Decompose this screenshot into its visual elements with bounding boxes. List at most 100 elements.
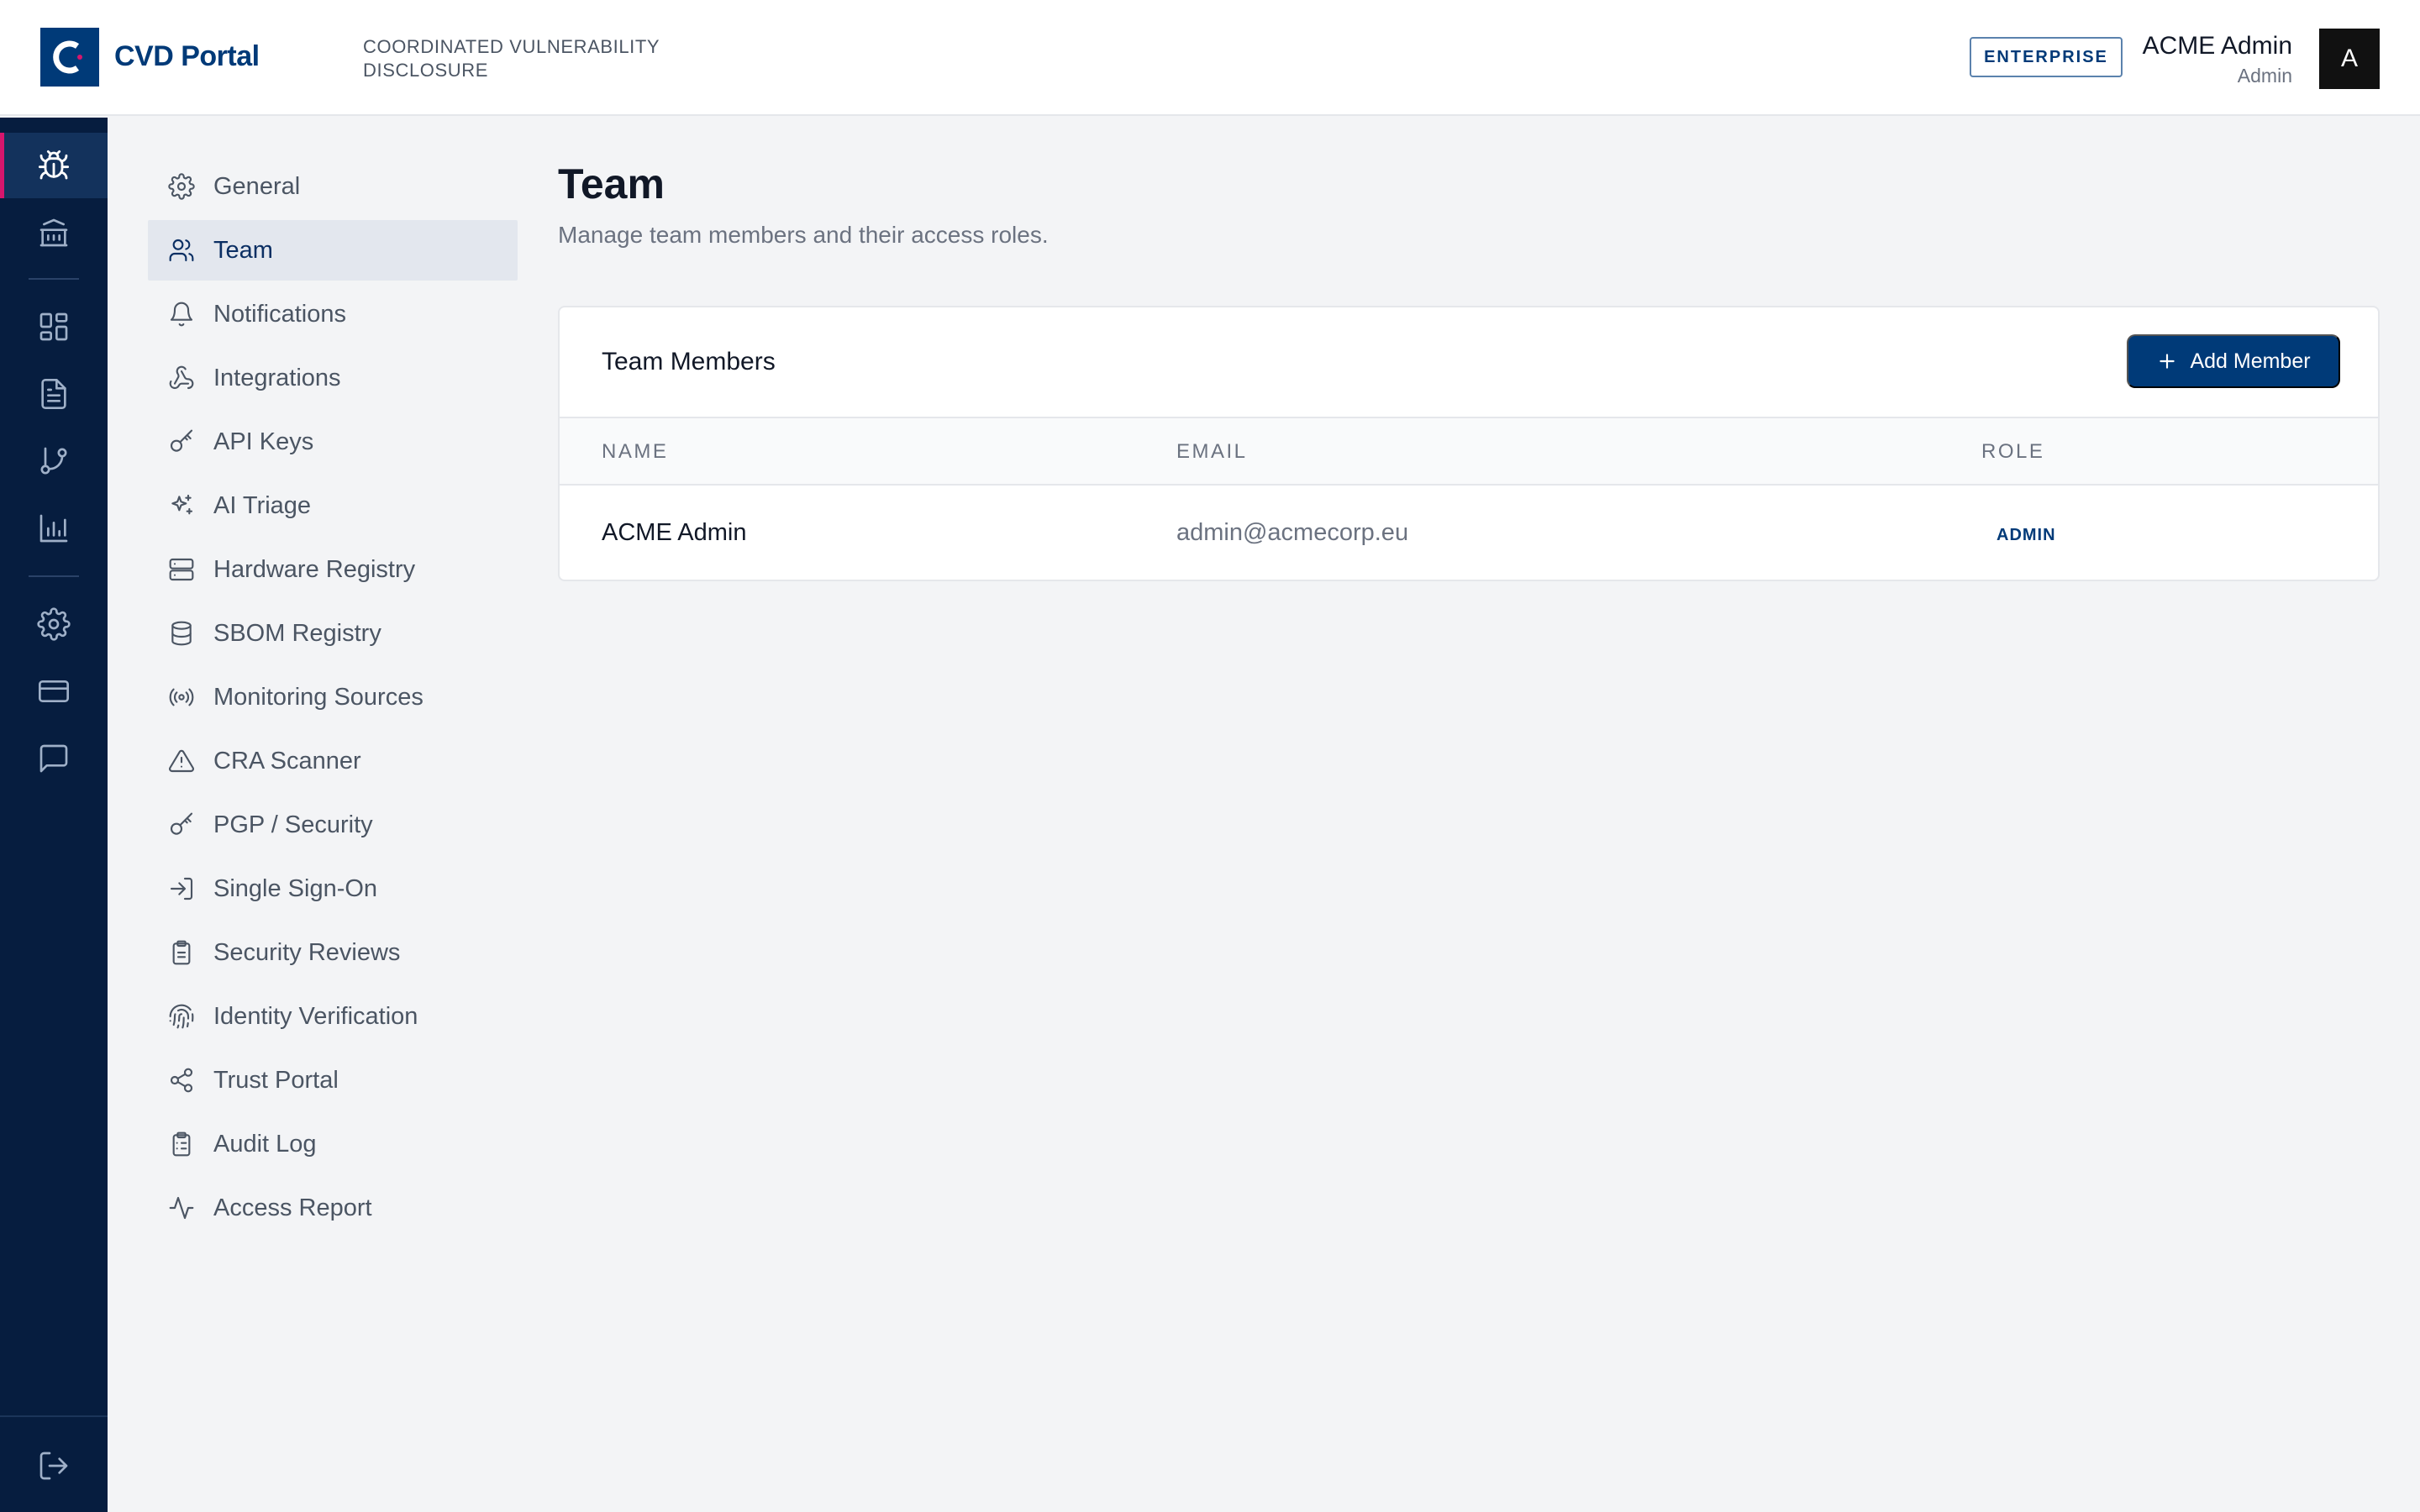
page-subtitle: Manage team members and their access rol…: [558, 222, 1049, 248]
column-header-email[interactable]: EMAIL: [1176, 440, 1248, 464]
gear-icon: [37, 607, 71, 641]
key-icon: [170, 812, 193, 835]
rail-item-logout[interactable]: [0, 1433, 108, 1499]
top-header: CVD Portal COORDINATED VULNERABILITY DIS…: [0, 0, 2420, 116]
settings-nav-label: Notifications: [213, 300, 346, 328]
logout-icon: [39, 1452, 68, 1480]
rail-item-bank[interactable]: [0, 200, 108, 265]
brand-tagline: COORDINATED VULNERABILITY DISCLOSURE: [363, 36, 660, 81]
add-member-button[interactable]: Add Member: [2127, 334, 2340, 388]
users-icon: [169, 239, 194, 262]
settings-nav-label: Trust Portal: [213, 1066, 339, 1094]
rail-item-settings[interactable]: [0, 591, 108, 657]
fingerprint-icon: [169, 1004, 194, 1029]
bar-chart-icon: [39, 514, 68, 543]
radio-icon: [169, 688, 194, 706]
add-member-label: Add Member: [2190, 349, 2311, 373]
rail-separator: [0, 1415, 108, 1417]
settings-nav-label: Identity Verification: [213, 1002, 418, 1030]
gear-icon: [168, 173, 195, 200]
settings-nav-label: AI Triage: [213, 491, 312, 519]
git-branch-icon: [40, 447, 67, 475]
rail-item-dashboard[interactable]: [0, 294, 108, 360]
database-icon: [171, 621, 192, 646]
settings-nav-label: API Keys: [213, 428, 314, 455]
login-icon: [170, 877, 193, 900]
user-role: Admin: [2237, 65, 2292, 87]
server-icon: [169, 558, 194, 581]
settings-nav-label: CRA Scanner: [213, 747, 361, 774]
settings-nav-label: PGP / Security: [213, 811, 373, 838]
rail-separator: [29, 575, 79, 577]
settings-nav-hardware-registry[interactable]: Hardware Registry: [148, 539, 518, 600]
bell-icon: [170, 302, 193, 327]
brand-logo[interactable]: [40, 28, 99, 87]
settings-nav-notifications[interactable]: Notifications: [148, 284, 518, 344]
column-header-role[interactable]: ROLE: [1981, 440, 2044, 464]
message-icon: [39, 744, 68, 773]
settings-nav-ai-triage[interactable]: AI Triage: [148, 475, 518, 536]
member-name: ACME Admin: [602, 519, 747, 546]
rail-separator: [29, 278, 79, 280]
rail-item-reports[interactable]: [0, 361, 108, 427]
settings-nav-monitoring-sources[interactable]: Monitoring Sources: [148, 667, 518, 727]
settings-nav-trust-portal[interactable]: Trust Portal: [148, 1050, 518, 1110]
table-header: NAME EMAIL ROLE: [560, 417, 2378, 486]
settings-nav-label: Integrations: [213, 364, 341, 391]
settings-nav-single-sign-on[interactable]: Single Sign-On: [148, 858, 518, 919]
plus-icon: [2160, 354, 2175, 369]
rail-item-bug[interactable]: [0, 133, 108, 198]
role-badge: ADMIN: [1996, 526, 2056, 544]
page-title: Team: [558, 160, 665, 207]
settings-nav-label: Access Report: [213, 1194, 372, 1221]
card-title: Team Members: [602, 348, 776, 375]
settings-nav-api-keys[interactable]: API Keys: [148, 412, 518, 472]
settings-nav-cra-scanner[interactable]: CRA Scanner: [148, 731, 518, 791]
settings-nav-identity-verification[interactable]: Identity Verification: [148, 986, 518, 1047]
clipboard-icon: [172, 940, 191, 965]
warning-triangle-icon: [169, 749, 194, 773]
settings-nav-label: Single Sign-On: [213, 874, 378, 902]
table-row[interactable]: ACME Admin admin@acmecorp.eu ADMIN: [560, 486, 2378, 580]
settings-nav-label: Monitoring Sources: [213, 683, 424, 711]
rail-item-analytics[interactable]: [0, 496, 108, 561]
icon-rail: [0, 118, 108, 1512]
settings-nav: General Team Notifications Integrations …: [148, 156, 518, 1242]
share-icon: [170, 1068, 193, 1093]
column-header-name[interactable]: NAME: [602, 440, 668, 464]
settings-nav-integrations[interactable]: Integrations: [148, 348, 518, 408]
team-members-card: Team Members Add Member NAME EMAIL ROLE …: [558, 306, 2380, 581]
settings-nav-label: Hardware Registry: [213, 555, 416, 583]
document-icon: [41, 379, 66, 409]
settings-nav-team[interactable]: Team: [148, 220, 518, 281]
credit-card-icon: [39, 680, 69, 702]
settings-nav-label: Team: [213, 236, 273, 264]
settings-nav-label: Audit Log: [213, 1130, 317, 1158]
user-name[interactable]: ACME Admin: [2143, 32, 2292, 60]
avatar[interactable]: A: [2319, 29, 2380, 89]
settings-nav-label: General: [213, 172, 301, 200]
settings-nav-sbom-registry[interactable]: SBOM Registry: [148, 603, 518, 664]
dashboard-icon: [39, 312, 68, 341]
settings-nav-security-reviews[interactable]: Security Reviews: [148, 922, 518, 983]
settings-nav-general[interactable]: General: [148, 156, 518, 217]
member-email: admin@acmecorp.eu: [1176, 519, 1409, 546]
plan-badge: ENTERPRISE: [1970, 37, 2123, 77]
webhook-icon: [169, 365, 194, 390]
settings-nav-pgp-security[interactable]: PGP / Security: [148, 795, 518, 855]
logo-mark-icon: [53, 40, 82, 74]
rail-item-branches[interactable]: [0, 428, 108, 494]
sparkles-icon: [171, 494, 193, 515]
settings-nav-label: SBOM Registry: [213, 619, 381, 647]
bank-icon: [39, 218, 68, 247]
brand-name[interactable]: CVD Portal: [114, 40, 260, 73]
settings-nav-access-report[interactable]: Access Report: [148, 1178, 518, 1238]
rail-item-messages[interactable]: [0, 726, 108, 791]
clipboard-list-icon: [172, 1131, 191, 1157]
key-icon: [170, 429, 193, 452]
activity-icon: [169, 1196, 194, 1220]
bug-icon: [38, 150, 70, 180]
settings-nav-audit-log[interactable]: Audit Log: [148, 1114, 518, 1174]
settings-nav-label: Security Reviews: [213, 938, 401, 966]
rail-item-billing[interactable]: [0, 659, 108, 724]
